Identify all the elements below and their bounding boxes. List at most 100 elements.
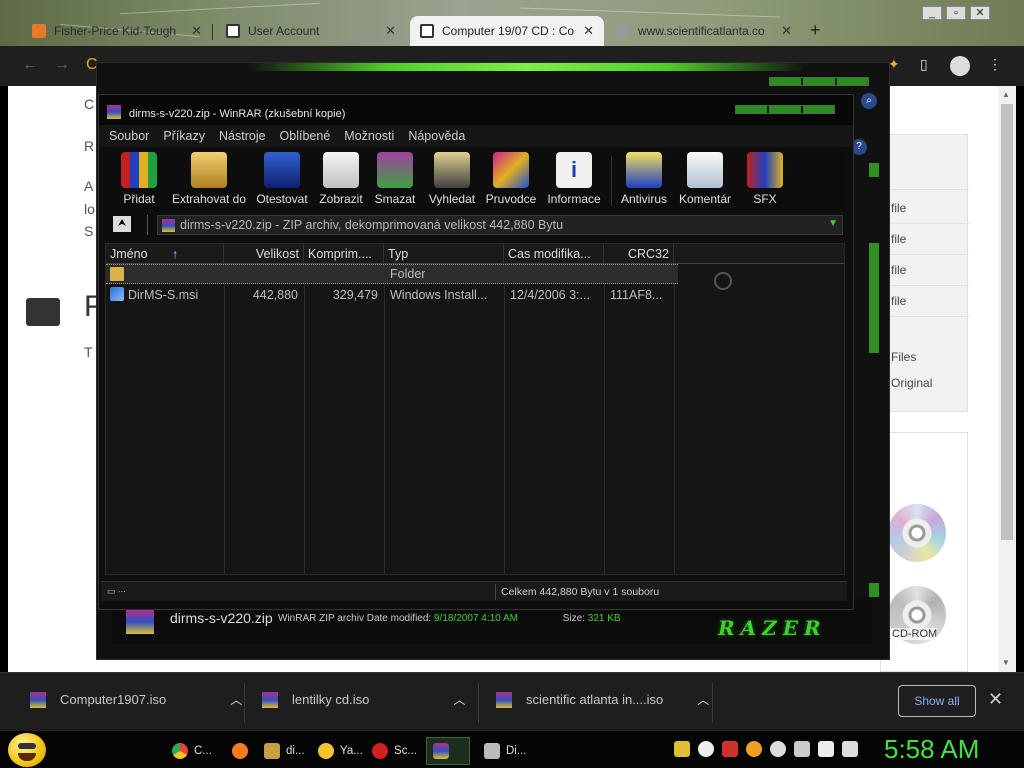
menu-moznosti[interactable]: Možnosti — [344, 125, 401, 147]
scrollbar-thumb[interactable] — [1001, 104, 1013, 540]
tab-close-icon[interactable]: ✕ — [191, 23, 202, 39]
menu-soubor[interactable]: Soubor — [109, 125, 156, 147]
show-all-button[interactable]: Show all — [898, 685, 976, 717]
info-icon: i — [556, 152, 592, 188]
winrar-app-icon — [107, 105, 121, 119]
tab-computer-cd[interactable]: Computer 19/07 CD : Co ✕ — [410, 16, 604, 46]
tray-network-adapter-icon[interactable] — [818, 741, 834, 757]
sfx-button[interactable]: SFX — [741, 152, 789, 206]
tray-folder-icon[interactable] — [674, 741, 690, 757]
download-filename: Computer1907.iso — [60, 692, 167, 707]
menu-prikazy[interactable]: Příkazy — [163, 125, 212, 147]
start-smiley-icon[interactable] — [8, 733, 46, 767]
profile-avatar-icon[interactable] — [950, 56, 970, 76]
download-item[interactable]: Computer1907.iso ︿ — [30, 691, 242, 708]
tab-title: www.scientificatlanta.co — [638, 24, 765, 38]
winrar-icon — [433, 743, 449, 759]
col-header-name[interactable]: Jméno 🠕 — [106, 244, 224, 264]
close-downloads-icon[interactable]: ✕ — [988, 689, 1003, 710]
minimize-button[interactable]: _ — [922, 6, 942, 20]
tab-scientific-atlanta[interactable]: www.scientificatlanta.co ✕ — [606, 16, 802, 46]
col-header-blank — [674, 244, 844, 264]
tab-title: User Account — [248, 24, 320, 38]
more-menu-icon[interactable]: ⋮ — [988, 56, 1002, 73]
tab-title: Fisher-Price Kid-Tough — [54, 24, 177, 38]
status-text: Celkem 442,880 Bytu v 1 souboru — [501, 586, 660, 598]
taskbar-chrome[interactable]: C... — [166, 737, 218, 765]
tray-security-icon[interactable] — [794, 741, 810, 757]
menu-napoveda[interactable]: Nápověda — [408, 125, 472, 147]
add-button[interactable]: Přidat — [113, 152, 165, 206]
sidebar-toggle-icon[interactable]: ▯ — [920, 56, 928, 73]
taskbar-explorer[interactable]: di... — [258, 737, 308, 765]
find-button[interactable]: Vyhledat — [425, 152, 479, 206]
back-icon[interactable]: ← — [22, 56, 38, 74]
comment-button[interactable]: Komentár — [675, 152, 735, 206]
table-row[interactable]: DirMS-S.msi 442,880 329,479 Windows Inst… — [106, 285, 678, 305]
chrome-icon — [172, 743, 188, 759]
window-title: dirms-s-v220.zip - WinRAR (zkušební kopi… — [129, 108, 346, 120]
toolbar: Přidat Extrahovat do Otestovat Zobrazit … — [105, 148, 845, 210]
taskbar-winrar[interactable] — [426, 737, 470, 765]
taskbar-firefox[interactable] — [226, 737, 256, 765]
razer-logo: RAZER — [718, 616, 827, 640]
tab-close-icon[interactable]: ✕ — [781, 23, 792, 39]
search-icon[interactable]: ⌕ — [861, 93, 877, 109]
test-button[interactable]: Otestovat — [253, 152, 311, 206]
page-text: S — [84, 223, 94, 239]
chevron-up-icon[interactable]: ︿ — [697, 691, 709, 708]
download-item[interactable]: scientific atlanta in....iso ︿ — [496, 691, 709, 708]
taskbar-yahoo[interactable]: Ya... — [312, 737, 364, 765]
page-scrollbar[interactable]: ▲ ▼ — [998, 86, 1016, 672]
tab-close-icon[interactable]: ✕ — [583, 23, 594, 39]
clock[interactable]: 5:58 AM — [884, 734, 979, 765]
taskbar-dirms[interactable]: Di... — [478, 737, 532, 765]
tray-network-icon[interactable] — [698, 741, 714, 757]
tray-search-icon[interactable] — [746, 741, 762, 757]
delete-icon — [377, 152, 413, 188]
col-header-size[interactable]: Velikost — [224, 244, 304, 264]
col-header-type[interactable]: Typ — [384, 244, 504, 264]
tab-fisher-price[interactable]: Fisher-Price Kid-Tough ✕ — [22, 16, 212, 46]
chevron-up-icon[interactable]: ︿ — [230, 691, 242, 708]
tray-minus-icon[interactable] — [770, 741, 786, 757]
up-folder-button[interactable]: ⮝ — [113, 216, 131, 232]
col-header-modified[interactable]: Cas modifika... — [504, 244, 604, 264]
view-button[interactable]: Zobrazit — [315, 152, 367, 206]
delete-button[interactable]: Smazat — [371, 152, 419, 206]
comment-icon — [687, 152, 723, 188]
archive-icon — [30, 691, 46, 708]
new-tab-button[interactable]: + — [810, 20, 821, 41]
chevron-up-icon[interactable]: ︿ — [453, 691, 465, 708]
wizard-button[interactable]: Pruvodce — [483, 152, 539, 206]
tab-user-account[interactable]: User Account ✕ — [216, 16, 406, 46]
path-text: dirms-s-v220.zip - ZIP archiv, dekomprim… — [180, 218, 564, 232]
tray-app-icon[interactable] — [722, 741, 738, 757]
antivirus-button[interactable]: Antivirus — [617, 152, 671, 206]
comment-bubble-icon — [26, 298, 60, 326]
close-window-button[interactable]: ✕ — [970, 6, 990, 20]
window-controls[interactable] — [735, 105, 835, 114]
page-text: T — [84, 344, 93, 360]
forward-icon[interactable]: → — [54, 56, 70, 74]
path-field[interactable]: dirms-s-v220.zip - ZIP archiv, dekomprim… — [157, 215, 843, 235]
info-button[interactable]: i Informace — [543, 152, 605, 206]
table-row[interactable]: Folder — [106, 264, 678, 284]
volume-icon[interactable] — [842, 741, 858, 757]
maximize-button[interactable]: ▫ — [946, 6, 966, 20]
menu-nastroje[interactable]: Nástroje — [219, 125, 273, 147]
tab-close-icon[interactable]: ✕ — [385, 23, 396, 39]
menu-oblibene[interactable]: Oblíbené — [280, 125, 338, 147]
extract-to-button[interactable]: Extrahovat do — [169, 152, 249, 206]
download-item[interactable]: lentilky cd.iso ︿ — [262, 691, 465, 708]
winrar-titlebar[interactable]: dirms-s-v220.zip - WinRAR (zkušební kopi… — [99, 95, 853, 125]
books-add-icon — [121, 152, 157, 188]
yahoo-messenger-icon — [318, 743, 334, 759]
col-header-packed[interactable]: Komprim.... — [304, 244, 384, 264]
chevron-down-icon[interactable]: ▼ — [828, 218, 838, 229]
winrar-window: dirms-s-v220.zip - WinRAR (zkušební kopi… — [98, 94, 854, 610]
status-drive-icon: ▭ ∙∙∙ — [107, 586, 126, 596]
antivirus-icon — [626, 152, 662, 188]
taskbar-screen[interactable]: Sc... — [366, 737, 420, 765]
col-header-crc32[interactable]: CRC32 — [604, 244, 674, 264]
